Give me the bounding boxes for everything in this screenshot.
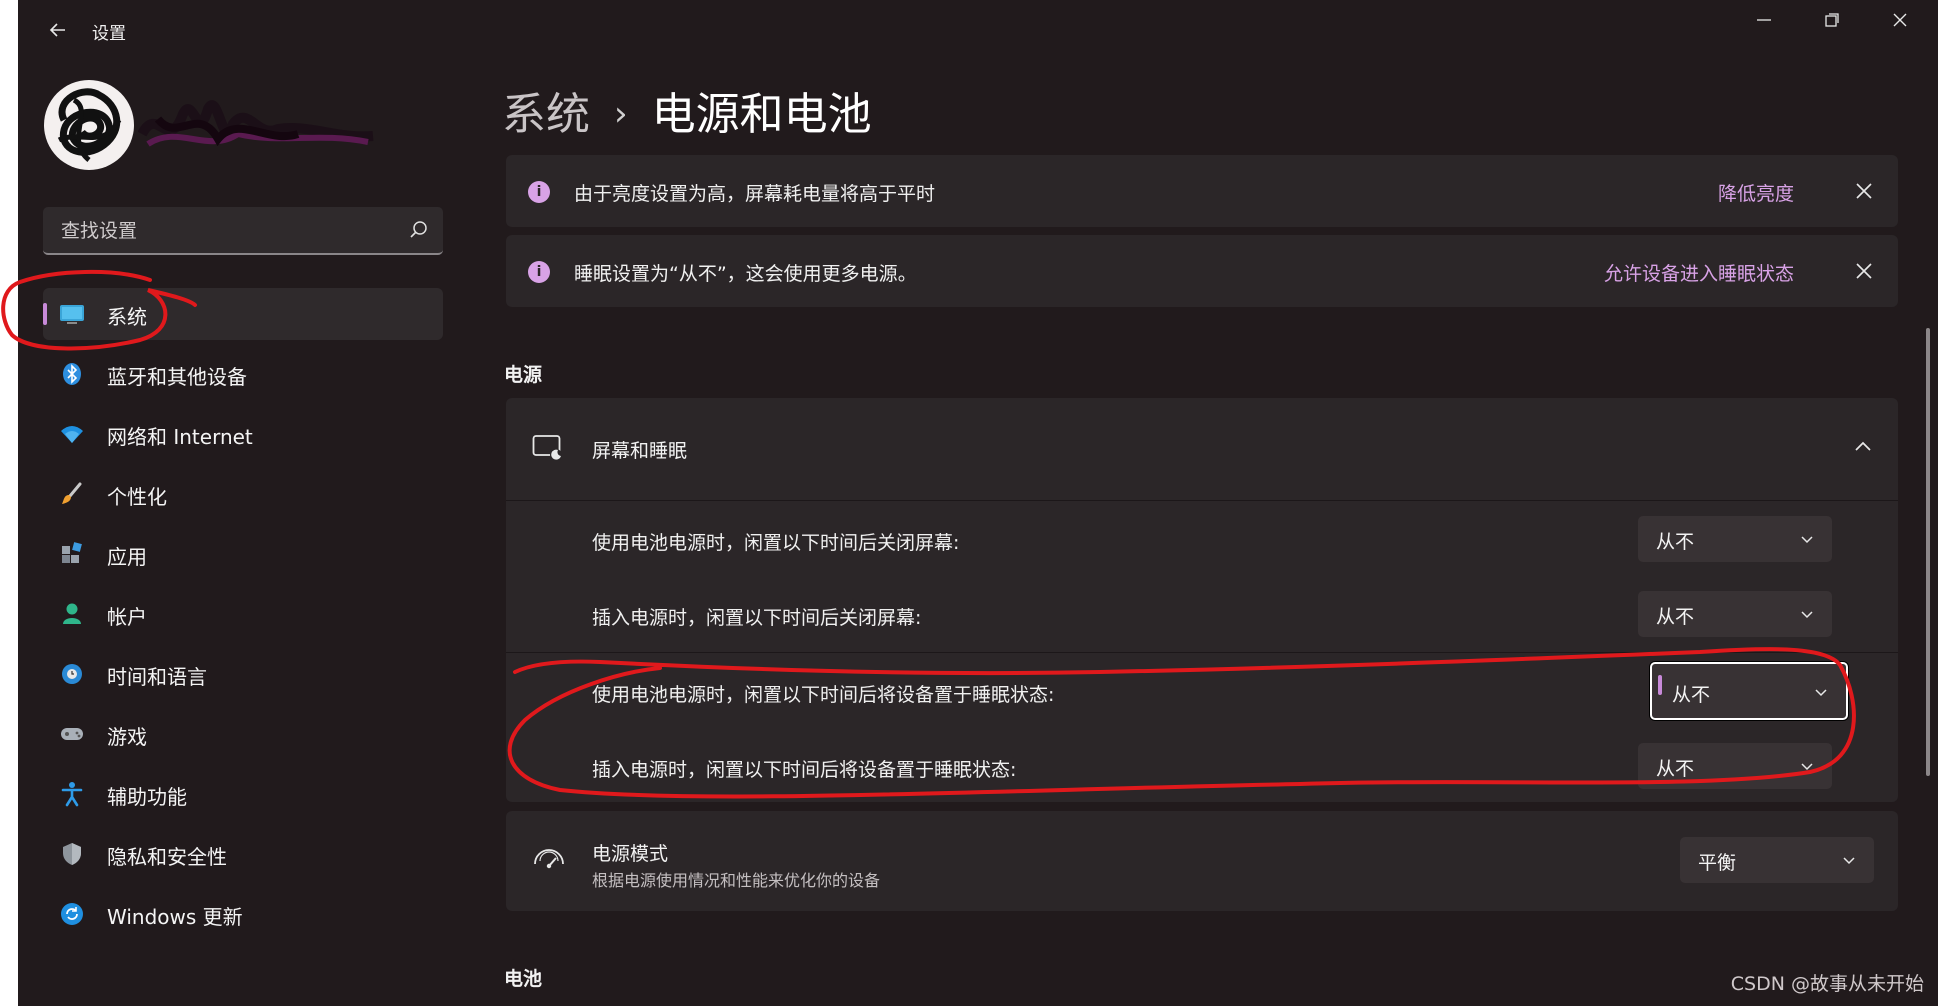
red-annotation-overlay	[1, 270, 1856, 799]
watermark: CSDN @故事从未开始	[1730, 973, 1924, 995]
annotation-circle-sleep-settings	[507, 647, 1856, 799]
annotation-circle-system	[1, 270, 197, 351]
